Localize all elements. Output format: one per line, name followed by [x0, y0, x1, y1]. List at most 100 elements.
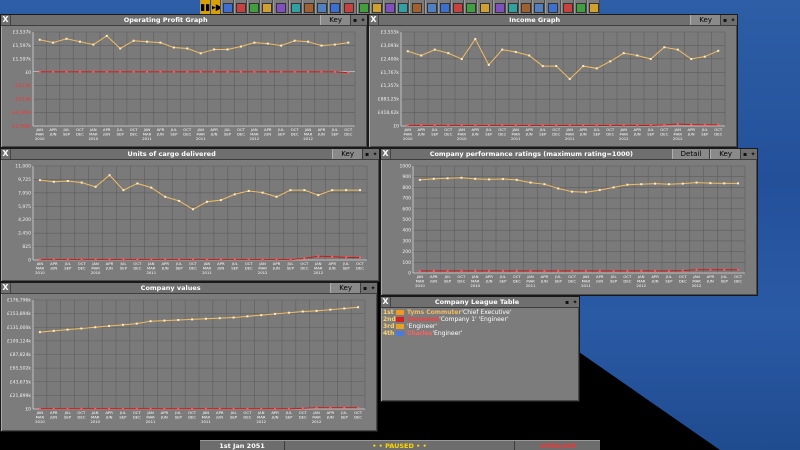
- data-point: [571, 190, 574, 193]
- window-titlebar[interactable]: X Operating Profit Graph Key ▪ ✦: [1, 15, 367, 26]
- data-point: [598, 189, 601, 192]
- close-button[interactable]: X: [369, 15, 379, 25]
- data-point: [293, 70, 296, 73]
- key-button[interactable]: Key: [710, 149, 741, 159]
- collapse-icon[interactable]: ▪: [351, 15, 359, 25]
- road-icon-glyph: [412, 3, 422, 13]
- data-point: [331, 255, 334, 258]
- data-point: [681, 182, 684, 185]
- sticky-icon[interactable]: ✦: [571, 297, 579, 307]
- data-point: [487, 124, 490, 127]
- data-point: [317, 255, 320, 258]
- y-tick-label: 700: [402, 196, 411, 202]
- window-titlebar[interactable]: X Units of cargo delivered Key ▪ ✦: [1, 149, 379, 160]
- close-button[interactable]: X: [1, 149, 11, 159]
- data-point: [275, 258, 278, 261]
- window-titlebar[interactable]: X Income Graph Key ▪ ✦: [369, 15, 737, 26]
- x-tick-label: JUN: [217, 265, 225, 270]
- x-tick-label: JUN: [272, 265, 280, 270]
- y-tick-label: £109,124k: [7, 338, 31, 344]
- data-point: [307, 70, 310, 73]
- collapse-icon[interactable]: ▪: [563, 297, 571, 307]
- close-button[interactable]: X: [1, 283, 11, 293]
- data-point: [501, 269, 504, 272]
- operating-profit-chart: £3,537k £1,597k £1,597k £0 -£53,6k -£53,6k -£2…: [11, 30, 356, 141]
- data-point: [219, 199, 222, 202]
- data-point: [626, 269, 629, 272]
- close-button[interactable]: X: [381, 297, 391, 307]
- collapse-icon[interactable]: ▪: [363, 149, 371, 159]
- data-point: [233, 258, 236, 261]
- data-point: [359, 189, 362, 192]
- window-titlebar[interactable]: X Company values Key ▪ ✦: [1, 283, 377, 294]
- data-point: [108, 174, 111, 177]
- paused-indicator[interactable]: • • PAUSED • •: [285, 441, 515, 450]
- x-tick-label: JUN: [687, 131, 695, 136]
- data-point: [582, 65, 585, 68]
- league-row[interactable]: 3rd 'Engineer': [383, 323, 577, 330]
- x-tick-label: 2011: [146, 419, 156, 424]
- data-point: [192, 208, 195, 211]
- x-tick-label: DEC: [498, 131, 506, 136]
- close-button[interactable]: X: [381, 149, 391, 159]
- industry-icon-glyph: [384, 3, 395, 13]
- league-position: 4th: [383, 330, 395, 337]
- x-tick-label: 2012: [250, 136, 260, 141]
- window-titlebar[interactable]: X Company performance ratings (maximum r…: [381, 149, 757, 160]
- data-point: [38, 407, 41, 410]
- data-point: [80, 407, 83, 410]
- x-tick-label: DEC: [354, 414, 362, 419]
- x-tick-label: 2011: [511, 136, 521, 141]
- data-point: [232, 407, 235, 410]
- data-point: [121, 323, 124, 326]
- data-point: [38, 70, 41, 73]
- data-point: [676, 48, 679, 51]
- x-tick-label: JUN: [471, 131, 479, 136]
- performance-chart: 10009008007006005004003002001000 JANMAR20…: [400, 164, 746, 288]
- x-tick-label: DEC: [513, 278, 521, 283]
- x-tick-label: JUN: [263, 131, 271, 136]
- data-point: [52, 180, 55, 183]
- x-tick-label: JUN: [706, 278, 714, 283]
- data-point: [460, 269, 463, 272]
- data-point: [528, 54, 531, 57]
- league-row[interactable]: 2nd Unnamed 'Company 1' 'Engineer': [383, 316, 577, 323]
- league-row[interactable]: 4th Charles 'Engineer': [383, 330, 577, 337]
- data-point: [690, 58, 693, 61]
- data-point: [274, 407, 277, 410]
- data-point: [266, 70, 269, 73]
- data-point: [667, 183, 670, 186]
- data-point: [626, 183, 629, 186]
- sticky-icon[interactable]: ✦: [729, 15, 737, 25]
- data-point: [474, 38, 477, 41]
- data-point: [213, 70, 216, 73]
- data-point: [737, 182, 740, 185]
- data-point: [149, 407, 152, 410]
- data-point: [246, 407, 249, 410]
- y-tick-label: 800: [402, 185, 411, 191]
- key-button[interactable]: Key: [690, 15, 721, 25]
- sticky-icon[interactable]: ✦: [369, 283, 377, 293]
- window-titlebar[interactable]: X Company League Table ▪ ✦: [381, 297, 579, 308]
- data-point: [146, 70, 149, 73]
- key-button[interactable]: Key: [332, 149, 363, 159]
- x-tick-label: SEP: [610, 278, 618, 283]
- sticky-icon[interactable]: ✦: [371, 149, 379, 159]
- collapse-icon[interactable]: ▪: [361, 283, 369, 293]
- collapse-icon[interactable]: ▪: [741, 149, 749, 159]
- detail-button[interactable]: Detail: [671, 149, 711, 159]
- league-row[interactable]: 1st Tyms Commuter 'Chief Executive': [383, 309, 577, 316]
- sticky-icon[interactable]: ✦: [749, 149, 757, 159]
- x-tick-label: SEP: [64, 414, 72, 419]
- data-point: [515, 269, 518, 272]
- x-tick-label: DEC: [552, 131, 560, 136]
- data-point: [515, 178, 518, 181]
- key-button[interactable]: Key: [330, 283, 361, 293]
- data-point: [568, 124, 571, 127]
- money-display[interactable]: -£592,629: [515, 441, 600, 450]
- key-button[interactable]: Key: [320, 15, 351, 25]
- sticky-icon[interactable]: ✦: [359, 15, 367, 25]
- close-button[interactable]: X: [1, 15, 11, 25]
- collapse-icon[interactable]: ▪: [721, 15, 729, 25]
- x-tick-label: DEC: [243, 414, 251, 419]
